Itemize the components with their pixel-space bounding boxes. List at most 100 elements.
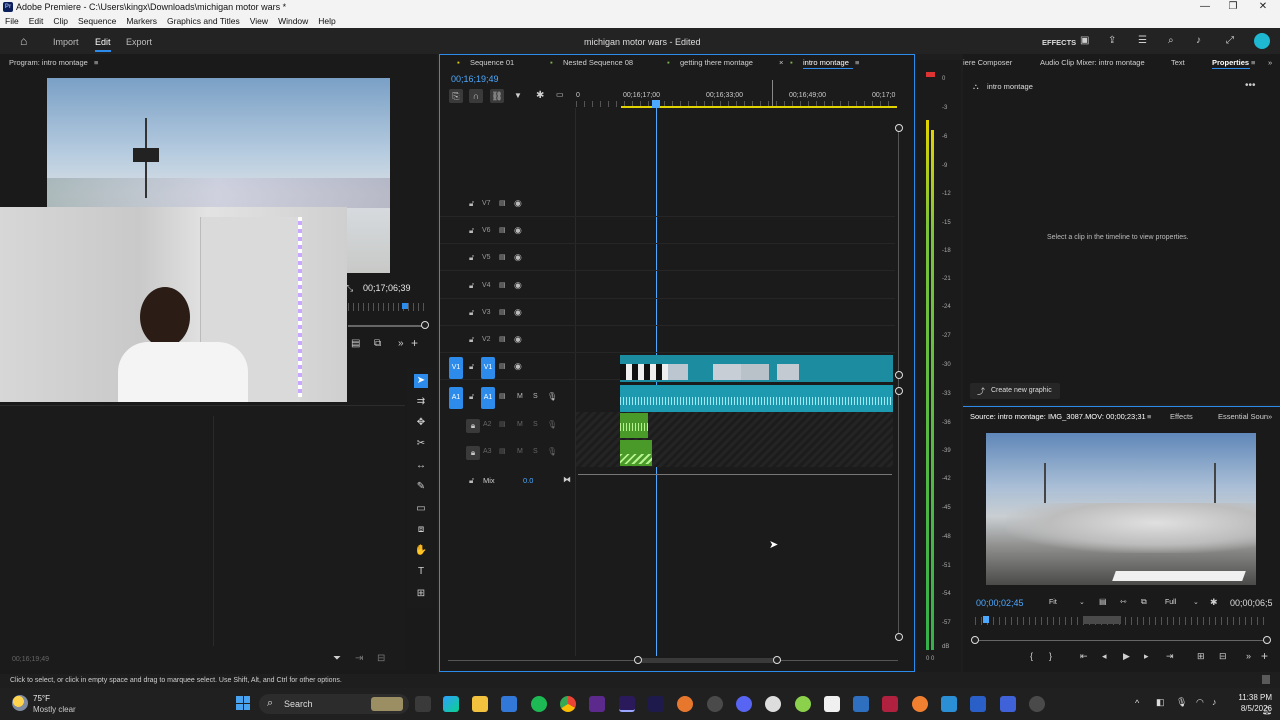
microphone-icon[interactable]: 🎙︎ bbox=[547, 420, 557, 429]
tab-properties[interactable]: Properties bbox=[1212, 58, 1249, 67]
lock-icon[interactable]: 🔒︎ bbox=[466, 419, 480, 433]
menu-clip[interactable]: Clip bbox=[53, 16, 68, 26]
add-button-icon[interactable]: + bbox=[411, 336, 418, 350]
program-ruler[interactable] bbox=[348, 303, 428, 311]
track-target-v1[interactable]: V1 bbox=[481, 357, 495, 379]
lock-icon[interactable]: 🔓︎ bbox=[469, 335, 474, 345]
program-zoom-handle[interactable] bbox=[421, 321, 429, 329]
horizontal-scroll-handle-left[interactable] bbox=[634, 656, 642, 664]
program-zoom-bar[interactable] bbox=[348, 325, 426, 327]
overwrite-icon[interactable]: ⊟ bbox=[377, 653, 385, 664]
menu-graphics-titles[interactable]: Graphics and Titles bbox=[167, 16, 240, 26]
play-icon[interactable]: ▶ bbox=[1123, 651, 1130, 662]
track-label-v7[interactable]: V7 bbox=[482, 200, 491, 207]
linked-selection-icon[interactable]: ⛓ bbox=[490, 89, 504, 103]
full-dropdown[interactable]: Full ⌄ bbox=[1162, 596, 1204, 610]
chrome-icon[interactable] bbox=[560, 696, 576, 712]
tab-effects[interactable]: Effects bbox=[1170, 412, 1193, 421]
eye-icon[interactable]: ◉ bbox=[514, 361, 522, 372]
source-video-frame[interactable] bbox=[986, 433, 1256, 585]
3d-app-icon[interactable] bbox=[882, 696, 898, 712]
track-label-v4[interactable]: V4 bbox=[482, 282, 491, 289]
source-menu-icon[interactable]: ≡ bbox=[1147, 412, 1151, 421]
ripple-edit-tool-icon[interactable]: ✥ bbox=[414, 416, 428, 430]
menu-view[interactable]: View bbox=[250, 16, 268, 26]
work-area-bar[interactable] bbox=[621, 106, 897, 108]
blender-icon[interactable] bbox=[677, 696, 693, 712]
fit-dropdown[interactable]: Fit ⌄ bbox=[1046, 596, 1090, 610]
import-tab[interactable]: Import bbox=[53, 37, 79, 47]
sync-lock-icon[interactable]: ▤ bbox=[499, 335, 506, 343]
sync-lock-icon[interactable]: ▤ bbox=[499, 447, 506, 455]
microphone-icon[interactable]: 🎙︎ bbox=[547, 392, 557, 401]
overwrite-clip-icon[interactable]: ⊟ bbox=[1219, 651, 1227, 662]
more-options-icon[interactable]: ••• bbox=[1245, 80, 1256, 91]
track-label-v6[interactable]: V6 bbox=[482, 227, 491, 234]
menu-file[interactable]: File bbox=[5, 16, 19, 26]
notion-icon[interactable] bbox=[824, 696, 840, 712]
eye-icon[interactable]: ◉ bbox=[514, 334, 522, 345]
slip-tool-icon[interactable]: ↔ bbox=[414, 459, 428, 473]
lock-icon[interactable]: 🔓︎ bbox=[469, 253, 474, 263]
add-marker-icon[interactable]: ▼ bbox=[514, 91, 522, 100]
eye-icon[interactable]: ◉ bbox=[514, 252, 522, 263]
track-label-v2[interactable]: V2 bbox=[482, 336, 491, 343]
program-zoom-icon[interactable]: ⤡ bbox=[346, 283, 353, 294]
filter-icon[interactable]: ⏷ bbox=[333, 653, 341, 664]
track-label-a3[interactable]: A3 bbox=[483, 448, 492, 455]
lock-icon[interactable]: 🔒︎ bbox=[466, 446, 480, 460]
sync-lock-icon[interactable]: ▤ bbox=[499, 308, 506, 316]
weather-icon[interactable] bbox=[12, 695, 28, 711]
eye-icon[interactable]: ◉ bbox=[514, 225, 522, 236]
lock-icon[interactable]: 🔓︎ bbox=[469, 226, 474, 236]
sync-lock-icon[interactable]: ▤ bbox=[499, 420, 506, 428]
app-icon[interactable] bbox=[912, 696, 928, 712]
vertical-scrollbar-track[interactable] bbox=[898, 128, 899, 638]
fullscreen-icon[interactable]: ⤢ bbox=[1226, 35, 1234, 46]
export-tab[interactable]: Export bbox=[126, 37, 152, 47]
weather-temp[interactable]: 75°F bbox=[33, 694, 50, 703]
close-tab-icon[interactable]: × bbox=[779, 58, 783, 67]
snap-icon[interactable]: ∩ bbox=[469, 89, 483, 103]
source-zoom-handle-right[interactable] bbox=[1263, 636, 1271, 644]
add-button-icon[interactable]: + bbox=[1261, 649, 1268, 663]
camera-icon[interactable]: ⧉ bbox=[374, 338, 381, 349]
source-in-out-range[interactable] bbox=[1083, 616, 1121, 624]
selection-tool-icon[interactable]: ➤ bbox=[414, 374, 428, 388]
effects-workspace-label[interactable]: EFFECTS bbox=[1042, 38, 1076, 47]
insert-icon[interactable]: ⇥ bbox=[355, 653, 363, 664]
vertical-scroll-handle-top[interactable] bbox=[895, 124, 903, 132]
lock-icon[interactable]: 🔓︎ bbox=[469, 362, 474, 372]
captions-icon[interactable]: ▭ bbox=[556, 90, 564, 99]
properties-menu-icon[interactable]: ≡ bbox=[1251, 58, 1255, 67]
tab-text[interactable]: Text bbox=[1171, 58, 1185, 67]
source-zoom-handle-left[interactable] bbox=[971, 636, 979, 644]
insert-clip-icon[interactable]: ⊞ bbox=[1197, 651, 1205, 662]
notification-icon[interactable]: 🔔︎ bbox=[1262, 706, 1272, 715]
pen-tool-icon[interactable]: ✎ bbox=[414, 480, 428, 494]
tab-source[interactable]: Source: intro montage: IMG_3087.MOV: 00;… bbox=[970, 412, 1146, 421]
speaker-icon[interactable]: ♪ bbox=[1196, 35, 1201, 46]
nest-toggle-icon[interactable]: ⎘ bbox=[449, 89, 463, 103]
mute-a3-button[interactable]: M bbox=[517, 448, 523, 455]
edit-tab[interactable]: Edit bbox=[95, 37, 111, 47]
solo-a3-button[interactable]: S bbox=[533, 448, 538, 455]
caption-tool-icon[interactable]: ⊞ bbox=[414, 587, 428, 601]
mark-in-icon[interactable]: { bbox=[1030, 651, 1033, 661]
track-label-v3[interactable]: V3 bbox=[482, 309, 491, 316]
tab-getting-there-montage[interactable]: getting there montage bbox=[680, 58, 753, 67]
step-forward-icon[interactable]: ▸ bbox=[1144, 651, 1149, 662]
file-explorer-icon[interactable] bbox=[472, 696, 488, 712]
wrench-icon[interactable]: ✱ bbox=[1210, 597, 1218, 608]
app-icon[interactable] bbox=[795, 696, 811, 712]
more-controls-icon[interactable]: » bbox=[398, 338, 404, 349]
eye-icon[interactable]: ◉ bbox=[514, 280, 522, 291]
menu-sequence[interactable]: Sequence bbox=[78, 16, 116, 26]
media-player-icon[interactable] bbox=[1029, 696, 1045, 712]
volume-icon[interactable]: ♪ bbox=[1212, 697, 1217, 707]
minimize-button[interactable]: — bbox=[1190, 0, 1220, 14]
mute-a2-button[interactable]: M bbox=[517, 421, 523, 428]
tab-essential-sound-composer[interactable]: iere Composer bbox=[963, 58, 1012, 67]
timeline-menu-icon[interactable]: ≡ bbox=[855, 58, 859, 67]
task-view-icon[interactable] bbox=[415, 696, 431, 712]
